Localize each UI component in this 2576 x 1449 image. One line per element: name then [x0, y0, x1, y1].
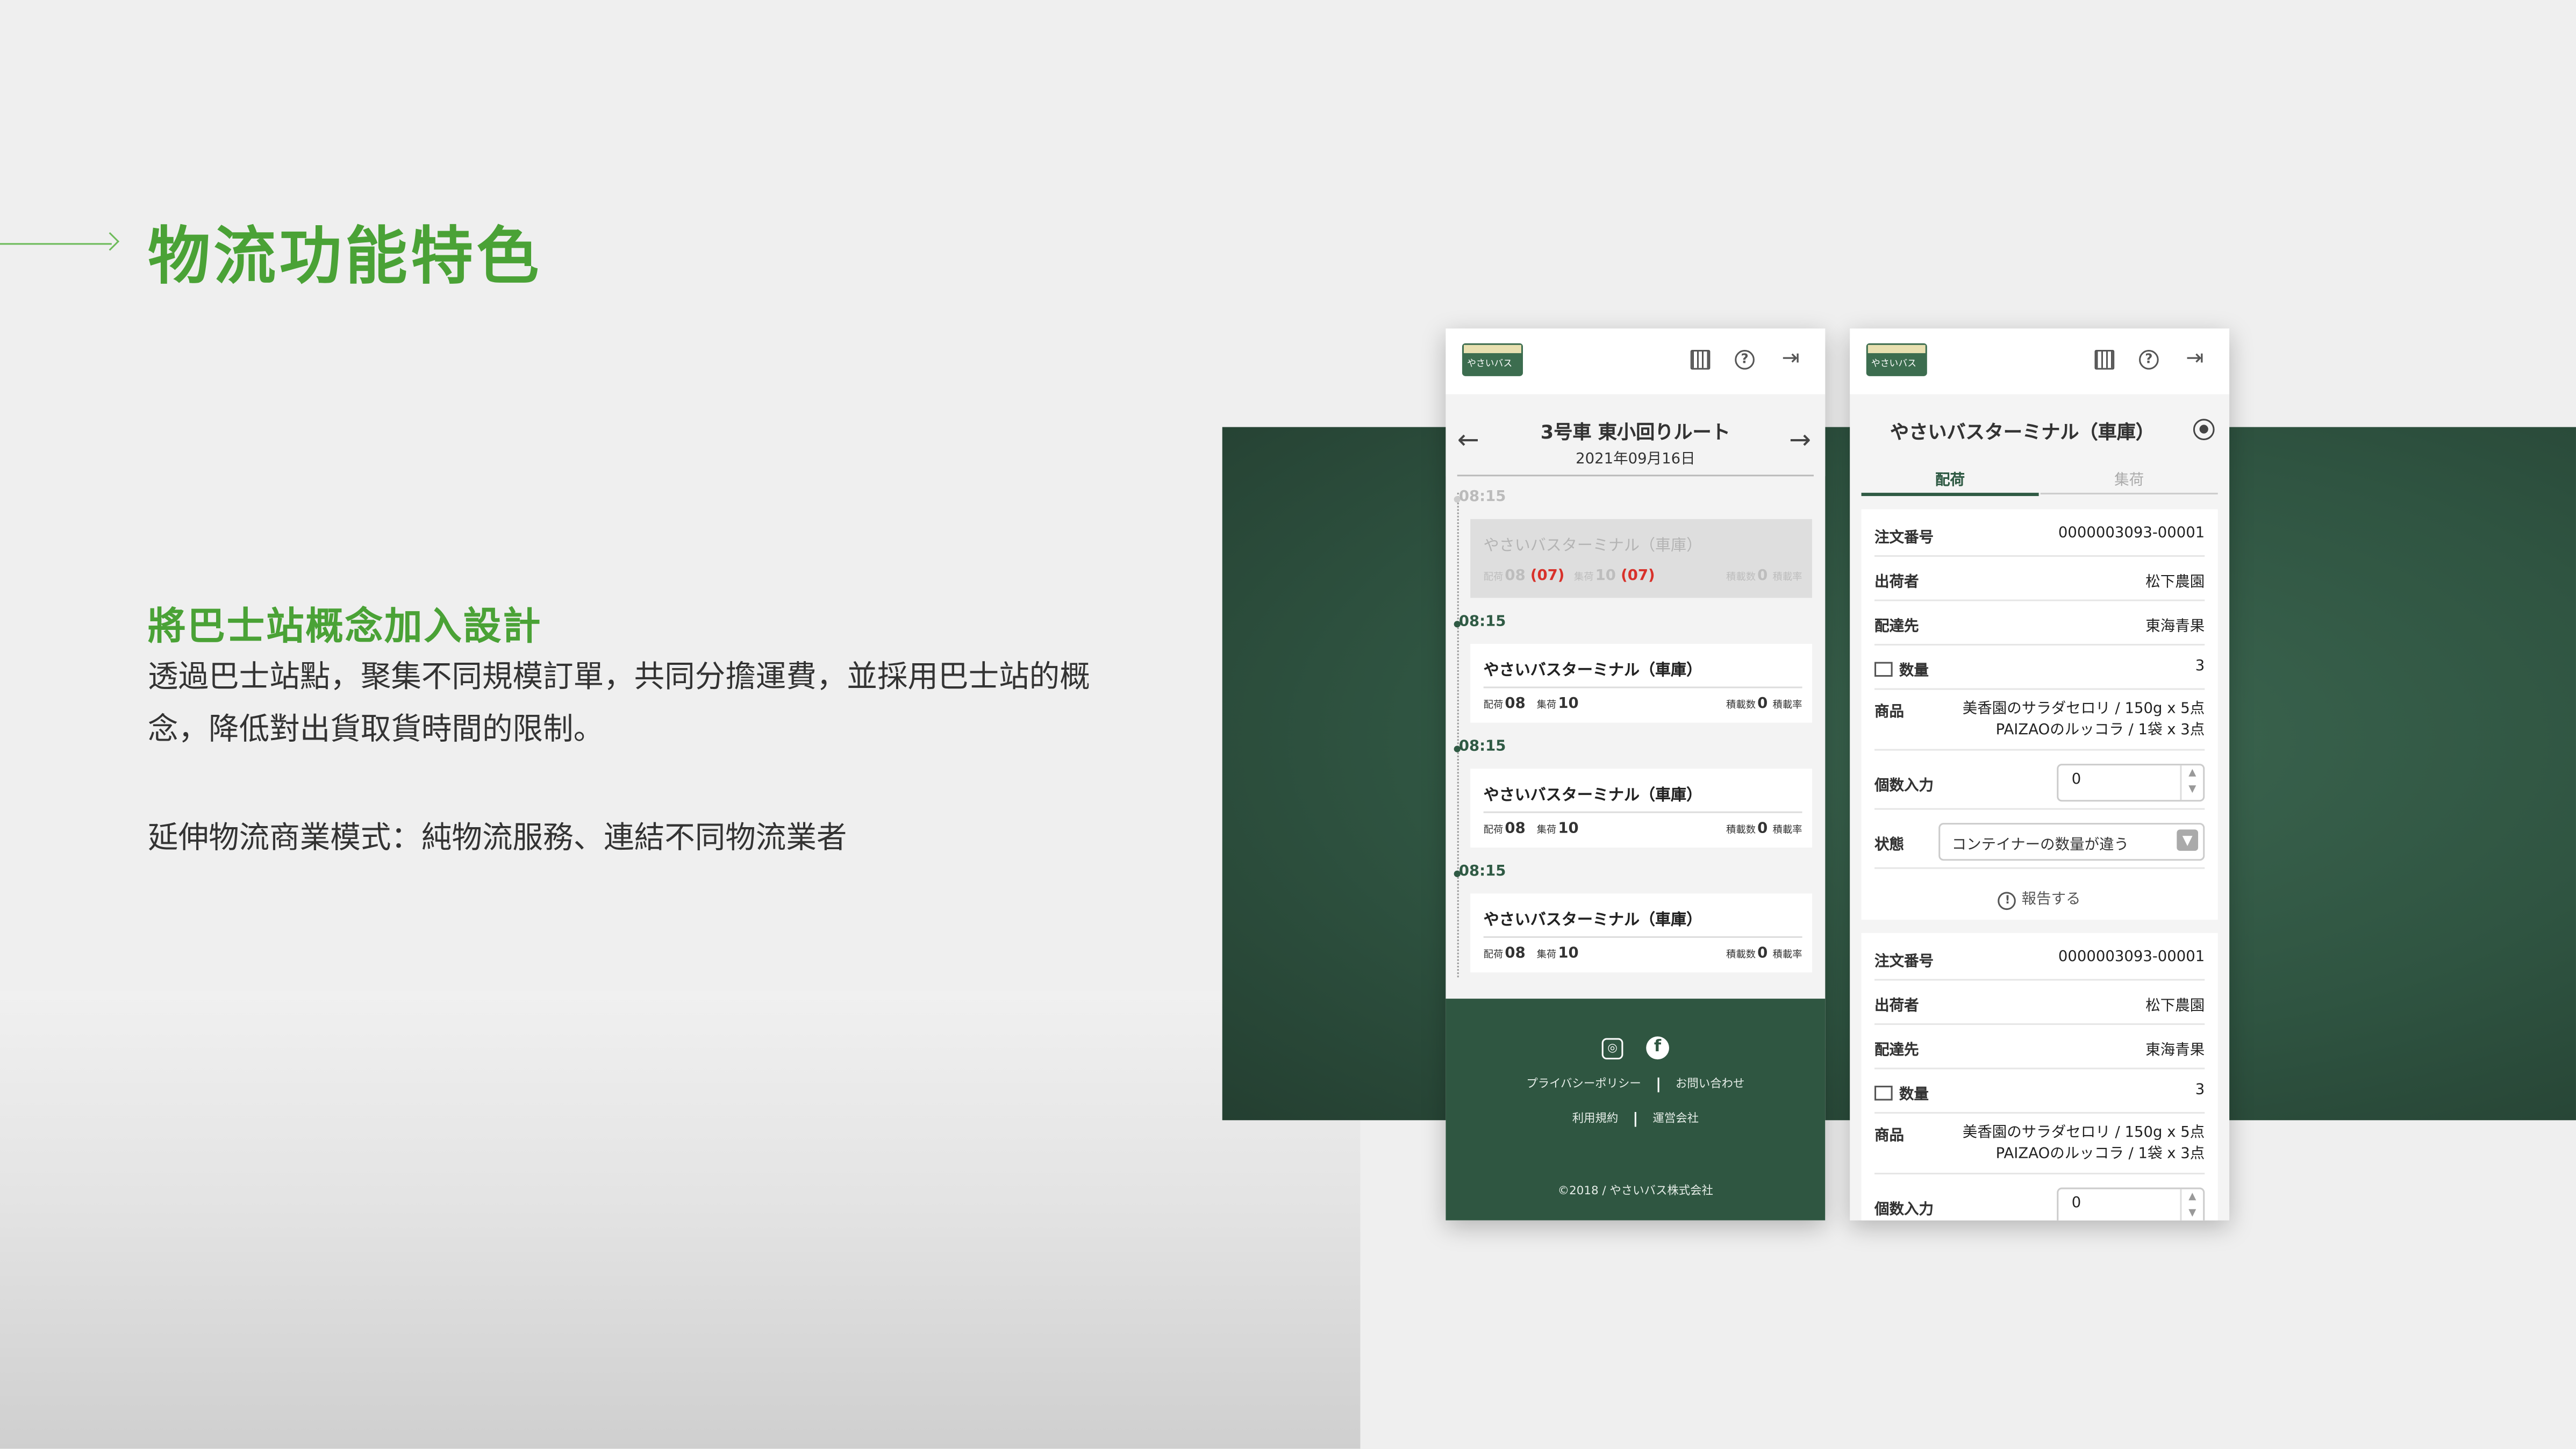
location-pin-icon[interactable]: ● [2193, 419, 2215, 441]
slide: 物流功能特色 將巴士站概念加入設計 透過巴士站點，聚集不同規模訂單，共同分擔運費… [0, 0, 2576, 1449]
terminal-header: やさいバスターミナル（車庫） ● 配荷 集荷 [1850, 394, 2229, 496]
order-number-row: 注文番号 0000003093-00001 [1874, 936, 2205, 981]
tab-pickup[interactable]: 集荷 [2040, 468, 2218, 494]
quantity-row: 数量 3 [1874, 1070, 2205, 1114]
privacy-policy-link[interactable]: プライバシーポリシー [1526, 1078, 1641, 1091]
order-card: 注文番号 0000003093-00001 出荷者 松下農園 配達先 東海青果 数量 3… [1861, 509, 2218, 920]
help-icon[interactable]: ? [1735, 349, 1755, 370]
app-logo[interactable]: やさいバス [1462, 343, 1523, 376]
count-input-row: 個数入力 0 ▲ ▼ [1874, 1179, 2205, 1221]
status-row: 状態 コンテイナーの数量が違う ▼ [1874, 815, 2205, 869]
arrow-icon [0, 243, 112, 245]
section-subtitle: 將巴士站概念加入設計 [148, 606, 542, 649]
product-row: 商品 美香園のサラダセロリ / 150g x 5点 PAIZAOのルッコラ / 1… [1874, 690, 2205, 751]
copyright: ©2018 / やさいバス株式会社 [1557, 1184, 1713, 1197]
page-title: 物流功能特色 [148, 220, 542, 292]
stop-name: やさいバスターミナル（車庫） [1483, 662, 1702, 680]
stepper-icon[interactable]: ▲ ▼ [2180, 765, 2203, 800]
app-footer: ◎ f プライバシーポリシー お問い合わせ 利用規約 運営会社 ©2018 / やさい… [1446, 999, 1826, 1221]
stop-name: やさいバスターミナル（車庫） [1483, 786, 1702, 805]
stop-stats: 配荷 08 集荷 10 積載数 0 積載率 [1483, 821, 1802, 838]
stop-name: やさいバスターミナル（車庫） [1483, 537, 1702, 555]
logout-icon[interactable]: ⇥ [1779, 347, 1802, 371]
terminal-screen: やさいバス ? ⇥ やさいバスターミナル（車庫） ● 配荷 集荷 注文番号 000… [1850, 328, 2230, 1221]
stop-time: 08:15 [1458, 739, 1506, 756]
count-input-row: 個数入力 0 ▲ ▼ [1874, 756, 2205, 810]
logo-text: やさいバス [1871, 360, 1916, 370]
box-icon [1874, 1086, 1893, 1101]
report-button[interactable]: ! 報告する [1862, 887, 2218, 910]
stop-name: やさいバスターミナル（車庫） [1483, 912, 1702, 930]
alert-icon: ! [1998, 892, 2017, 910]
stop-card[interactable]: やさいバスターミナル（車庫） 配荷 08 (07) 集荷 10 (07) 積載数 0 積載率 [1470, 519, 1812, 598]
route-title: 3号車 東小回りルート [1540, 420, 1730, 444]
facebook-icon[interactable]: f [1646, 1036, 1669, 1060]
order-number-row: 注文番号 0000003093-00001 [1874, 513, 2205, 557]
tab-delivery[interactable]: 配荷 [1861, 468, 2039, 496]
logout-icon[interactable]: ⇥ [2184, 347, 2207, 371]
quantity-row: 数量 3 [1874, 645, 2205, 690]
calendar-icon[interactable] [1690, 349, 1711, 370]
stop-card[interactable]: やさいバスターミナル（車庫） 配荷 08 集荷 10 積載数 0 積載率 [1470, 769, 1812, 848]
count-input[interactable]: 0 ▲ ▼ [2057, 1187, 2205, 1221]
stop-card[interactable]: やさいバスターミナル（車庫） 配荷 08 集荷 10 積載数 0 積載率 [1470, 643, 1812, 723]
stop-time: 08:15 [1458, 614, 1506, 631]
arrow-head-icon [101, 232, 120, 251]
divider [1457, 475, 1814, 477]
box-icon [1874, 662, 1893, 677]
background-fade [0, 990, 1361, 1449]
destination-row: 配達先 東海青果 [1874, 1025, 2205, 1070]
help-icon[interactable]: ? [2139, 349, 2159, 370]
route-screen: やさいバス ? ⇥ ← 3号車 東小回りルート 2021年09月16日 → 08… [1446, 328, 1826, 1221]
route-date: 2021年09月16日 [1576, 451, 1695, 468]
terms-link[interactable]: 利用規約 [1572, 1112, 1619, 1125]
app-logo[interactable]: やさいバス [1866, 343, 1927, 376]
contact-link[interactable]: お問い合わせ [1676, 1078, 1744, 1091]
product-row: 商品 美香園のサラダセロリ / 150g x 5点 PAIZAOのルッコラ / 1… [1874, 1114, 2205, 1175]
shipper-row: 出荷者 松下農園 [1874, 980, 2205, 1025]
status-select[interactable]: コンテイナーの数量が違う ▼ [1938, 823, 2205, 861]
stop-card[interactable]: やさいバスターミナル（車庫） 配荷 08 集荷 10 積載数 0 積載率 [1470, 893, 1812, 973]
count-input[interactable]: 0 ▲ ▼ [2057, 764, 2205, 802]
order-card: 注文番号 0000003093-00001 出荷者 松下農園 配達先 東海青果 数量 3… [1861, 932, 2218, 1221]
destination-row: 配達先 東海青果 [1874, 601, 2205, 646]
timeline-line [1457, 492, 1459, 978]
logo-text: やさいバス [1467, 360, 1513, 370]
shipper-row: 出荷者 松下農園 [1874, 557, 2205, 601]
stop-stats: 配荷 08 集荷 10 積載数 0 積載率 [1483, 946, 1802, 963]
next-arrow-icon[interactable]: → [1789, 424, 1811, 455]
calendar-icon[interactable] [2094, 349, 2115, 370]
instagram-icon[interactable]: ◎ [1601, 1038, 1623, 1060]
stop-time: 08:15 [1458, 489, 1506, 506]
body-paragraph: 透過巴士站點，聚集不同規模訂單，共同分擔運費，並採用巴士站的概念，降低對出貨取貨… [148, 660, 1090, 748]
app-header: やさいバス ? ⇥ [1850, 328, 2230, 394]
stop-stats: 配荷 08 (07) 集荷 10 (07) 積載数 0 積載率 [1483, 568, 1802, 585]
company-link[interactable]: 運営会社 [1652, 1112, 1699, 1125]
chevron-down-icon[interactable]: ▼ [2177, 829, 2199, 851]
business-model-text: 延伸物流商業模式：純物流服務、連結不同物流業者 [148, 821, 847, 856]
app-header: やさいバス ? ⇥ [1446, 328, 1826, 394]
stepper-icon[interactable]: ▲ ▼ [2180, 1189, 2203, 1221]
terminal-title: やさいバスターミナル（車庫） [1890, 420, 2155, 444]
stop-time: 08:15 [1458, 864, 1506, 881]
route-header: ← 3号車 東小回りルート 2021年09月16日 → [1446, 394, 1826, 477]
stop-stats: 配荷 08 集荷 10 積載数 0 積載率 [1483, 696, 1802, 713]
